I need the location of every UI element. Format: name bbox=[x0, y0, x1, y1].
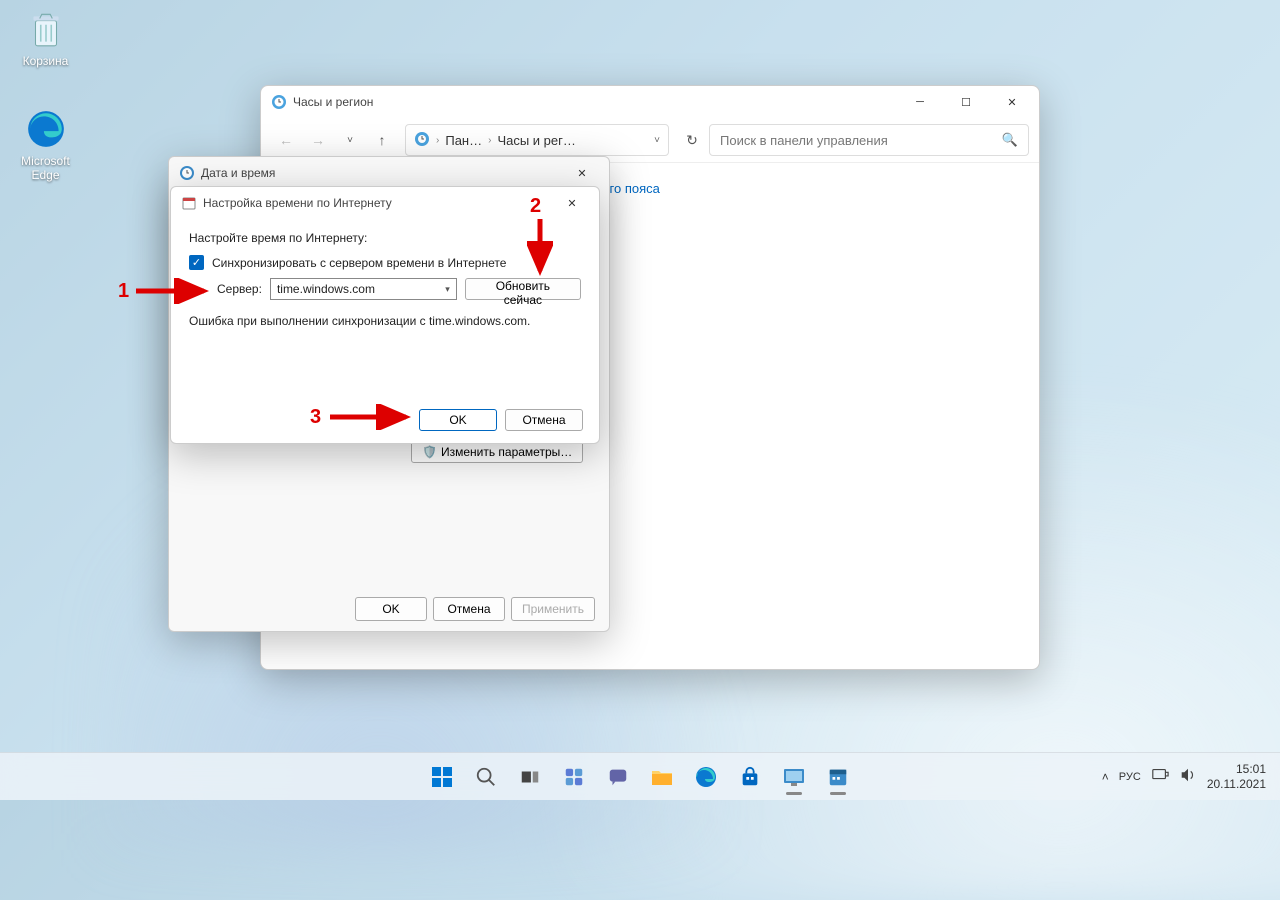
nav-recent[interactable]: ˅ bbox=[335, 125, 365, 155]
volume-icon[interactable] bbox=[1179, 767, 1197, 786]
tb-chat[interactable] bbox=[598, 757, 638, 797]
globe-icon bbox=[414, 131, 430, 150]
sync-checkbox[interactable]: ✓ bbox=[189, 255, 204, 270]
dt-titlebar[interactable]: Дата и время ✕ bbox=[169, 157, 609, 189]
dt-apply: Применить bbox=[511, 597, 595, 621]
clock-time: 15:01 bbox=[1207, 762, 1266, 776]
edge-label: Microsoft Edge bbox=[8, 154, 83, 182]
dt-ok[interactable]: OK bbox=[355, 597, 427, 621]
edge-icon bbox=[25, 108, 67, 150]
inet-ok[interactable]: OK bbox=[419, 409, 497, 431]
cp-search[interactable]: Поиск в панели управления 🔍 bbox=[709, 124, 1029, 156]
clock-date: 20.11.2021 bbox=[1207, 777, 1266, 791]
chevron-down-icon: ▾ bbox=[445, 284, 450, 295]
clock-icon bbox=[179, 165, 195, 181]
annotation-1: 1 bbox=[118, 280, 129, 303]
tb-date-time[interactable] bbox=[818, 757, 858, 797]
clock[interactable]: 15:01 20.11.2021 bbox=[1207, 762, 1266, 791]
globe-clock-icon bbox=[271, 94, 287, 110]
dt-close[interactable]: ✕ bbox=[559, 158, 605, 188]
sync-error: Ошибка при выполнении синхронизации с ti… bbox=[189, 314, 581, 328]
inet-cancel[interactable]: Отмена bbox=[505, 409, 583, 431]
dt-cancel[interactable]: Отмена bbox=[433, 597, 505, 621]
shield-icon: 🛡️ bbox=[422, 445, 437, 459]
tb-taskview[interactable] bbox=[510, 757, 550, 797]
update-now-button[interactable]: Обновить сейчас bbox=[465, 278, 581, 300]
tray-overflow[interactable]: ˄ bbox=[1102, 770, 1109, 784]
tb-edge[interactable] bbox=[686, 757, 726, 797]
recycle-bin-label: Корзина bbox=[8, 54, 83, 68]
tb-explorer[interactable] bbox=[642, 757, 682, 797]
cp-maximize[interactable]: ☐ bbox=[943, 87, 989, 117]
crumb-panel[interactable]: Пан… bbox=[445, 133, 482, 148]
sync-label: Синхронизировать с сервером времени в Ин… bbox=[212, 256, 506, 270]
tb-search[interactable] bbox=[466, 757, 506, 797]
tb-widgets[interactable] bbox=[554, 757, 594, 797]
recycle-bin[interactable]: Корзина bbox=[8, 8, 83, 68]
arrow-3 bbox=[326, 404, 414, 430]
tb-control-panel[interactable] bbox=[774, 757, 814, 797]
date-icon bbox=[181, 195, 197, 211]
nav-forward[interactable]: → bbox=[303, 125, 333, 155]
nav-up[interactable]: ↑ bbox=[367, 125, 397, 155]
annotation-3: 3 bbox=[310, 406, 321, 429]
edge-shortcut[interactable]: Microsoft Edge bbox=[8, 108, 83, 182]
arrow-1 bbox=[132, 278, 212, 304]
address-bar[interactable]: › Пан… › Часы и рег… ˅ bbox=[405, 124, 669, 156]
dt-title: Дата и время bbox=[201, 166, 275, 180]
cp-close[interactable]: ✕ bbox=[989, 87, 1035, 117]
change-params-button[interactable]: 🛡️ Изменить параметры… bbox=[411, 441, 583, 463]
network-icon[interactable] bbox=[1151, 767, 1169, 786]
cp-minimize[interactable]: ─ bbox=[897, 87, 943, 117]
cp-titlebar[interactable]: Часы и регион ─ ☐ ✕ bbox=[261, 86, 1039, 118]
tb-store[interactable] bbox=[730, 757, 770, 797]
start-button[interactable] bbox=[422, 757, 462, 797]
cp-title: Часы и регион bbox=[293, 95, 373, 109]
search-placeholder: Поиск в панели управления bbox=[720, 133, 888, 148]
nav-back[interactable]: ← bbox=[271, 125, 301, 155]
server-combo[interactable]: time.windows.com ▾ bbox=[270, 278, 457, 300]
search-icon: 🔍 bbox=[1002, 132, 1018, 148]
inet-instruction: Настройте время по Интернету: bbox=[189, 231, 581, 245]
crumb-clock[interactable]: Часы и рег… bbox=[497, 133, 575, 148]
language-indicator[interactable]: РУС bbox=[1119, 771, 1141, 783]
server-label: Сервер: bbox=[217, 282, 262, 296]
inet-close[interactable]: ✕ bbox=[549, 188, 595, 218]
recycle-bin-icon bbox=[25, 8, 67, 50]
arrow-2 bbox=[527, 215, 553, 279]
inet-title: Настройка времени по Интернету bbox=[203, 196, 392, 210]
nav-refresh[interactable]: ↻ bbox=[677, 125, 707, 155]
server-value: time.windows.com bbox=[277, 282, 375, 296]
taskbar: ˄ РУС 15:01 20.11.2021 bbox=[0, 752, 1280, 800]
